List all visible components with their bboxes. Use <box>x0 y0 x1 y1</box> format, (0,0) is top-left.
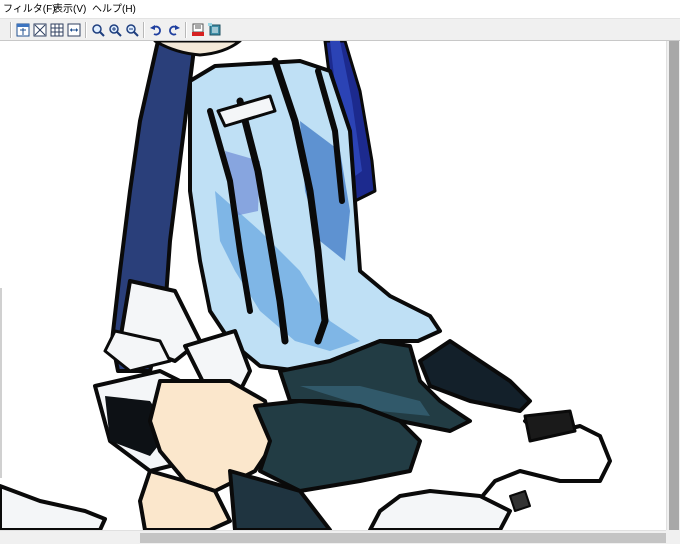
fit-width-icon <box>67 23 81 37</box>
rotate-right-button[interactable] <box>166 22 182 38</box>
fit-screen-button[interactable] <box>32 22 48 38</box>
toolbar <box>0 19 680 41</box>
rotate-right-icon <box>169 25 180 36</box>
scrollbar-corner <box>666 530 680 544</box>
menu-help[interactable]: ヘルプ(H) <box>91 0 137 19</box>
horizontal-scroll-thumb[interactable] <box>140 533 666 543</box>
panel-edge <box>0 288 2 478</box>
toolbar-separator <box>10 22 12 38</box>
menu-filter[interactable]: フィルタ(F) <box>2 0 57 19</box>
zoom-button[interactable] <box>90 22 106 38</box>
vertical-scroll-thumb[interactable] <box>669 41 679 530</box>
image-canvas[interactable] <box>0 41 666 530</box>
fit-screen-icon <box>33 23 47 37</box>
toolbar-separator <box>85 22 87 38</box>
filter-red-button[interactable] <box>190 22 206 38</box>
fit-window-icon <box>16 23 30 37</box>
filter-red-icon <box>192 23 204 36</box>
fit-window-button[interactable] <box>15 22 31 38</box>
image-viewer-window: フィルタ(F) 表示(V) ヘルプ(H) <box>0 0 680 544</box>
zoom-icon <box>92 24 105 37</box>
actual-size-icon <box>50 23 64 37</box>
toolbar-separator <box>143 22 145 38</box>
zoom-in-button[interactable] <box>107 22 123 38</box>
menu-view[interactable]: 表示(V) <box>52 0 87 19</box>
actual-size-button[interactable] <box>49 22 65 38</box>
filter-settings-icon <box>208 23 221 36</box>
rotate-left-button[interactable] <box>148 22 164 38</box>
filter-settings-button[interactable] <box>207 22 223 38</box>
anime-illustration <box>0 41 612 530</box>
zoom-out-icon <box>126 24 139 37</box>
toolbar-separator <box>185 22 187 38</box>
menu-bar: フィルタ(F) 表示(V) ヘルプ(H) <box>0 0 680 19</box>
fit-width-button[interactable] <box>66 22 82 38</box>
rotate-left-icon <box>150 25 161 36</box>
vertical-scrollbar[interactable] <box>666 41 680 530</box>
zoom-out-button[interactable] <box>124 22 140 38</box>
zoom-in-icon <box>109 24 122 37</box>
horizontal-scrollbar[interactable] <box>0 530 666 544</box>
